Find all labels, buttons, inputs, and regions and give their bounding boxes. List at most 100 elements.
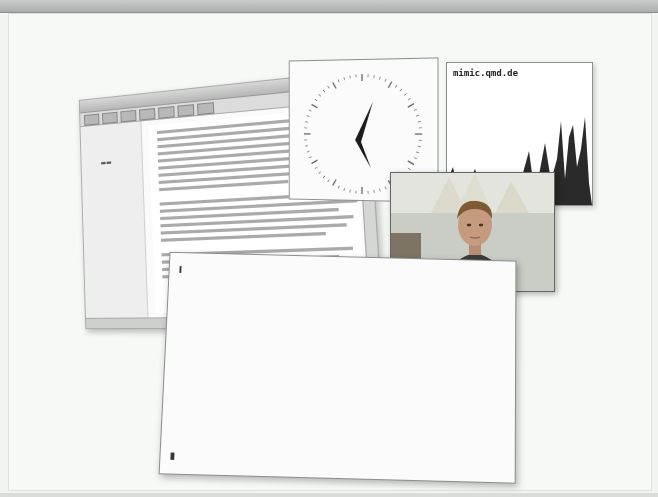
terminal-col-group (275, 294, 317, 295)
terminal-col-size (314, 393, 344, 394)
terminal-col-user (235, 315, 275, 316)
terminal-col-perm (174, 379, 232, 381)
clock-tick (344, 77, 345, 80)
clock-tick (414, 158, 417, 159)
terminal-col-date (350, 307, 394, 308)
clock-tick (379, 189, 380, 192)
terminal-col-perm (172, 423, 230, 425)
terminal-col-group (271, 436, 313, 437)
terminal-col-group (272, 403, 314, 404)
terminal-col-perm (174, 390, 232, 392)
toolbar-button[interactable] (158, 106, 175, 119)
terminal-col-perm (172, 434, 230, 436)
terminal-col-user (232, 391, 272, 392)
clock-tick (408, 168, 410, 170)
terminal-col-date (348, 405, 392, 406)
clock-tick (307, 116, 310, 117)
terminal-col-date (350, 339, 394, 340)
clock-tick (408, 98, 410, 100)
toolbar-button[interactable] (83, 113, 100, 126)
window-bottom-border (0, 493, 658, 497)
terminal-col-user (234, 347, 274, 348)
clock-tick (350, 190, 351, 193)
terminal-col-size (315, 360, 345, 361)
terminal-col-date (350, 318, 394, 319)
toolbar-button[interactable] (139, 107, 156, 121)
terminal-col-group (275, 305, 317, 306)
terminal-col-group (274, 327, 316, 328)
clock-tick (323, 176, 325, 178)
terminal-col-size (317, 306, 347, 307)
terminal-col-size (315, 349, 345, 350)
terminal-col-perm (175, 368, 233, 370)
toolbar-button[interactable] (102, 111, 118, 125)
terminal-col-date (350, 329, 394, 330)
terminal-col-perm (177, 313, 235, 314)
terminal-col-size (315, 382, 345, 383)
clock-tick (374, 190, 375, 193)
terminal-col-user (231, 424, 271, 425)
clock-tick (404, 93, 406, 95)
clock-tick (333, 179, 336, 185)
clock-tick (418, 121, 421, 122)
terminal-col-perm (178, 303, 235, 304)
terminal-col-size (316, 328, 346, 329)
clock-tick (385, 186, 386, 189)
window-titlebar[interactable] (0, 0, 658, 13)
clock-tick (374, 75, 375, 78)
editor-sidebar: ▬▬ (80, 121, 149, 318)
clock-tick (328, 86, 330, 88)
clock-tick (400, 89, 402, 91)
terminal-col-user (233, 369, 273, 370)
terminal-col-group (271, 425, 313, 426)
terminal-col-perm (177, 324, 235, 325)
clock-tick (418, 146, 421, 147)
terminal-col-user (236, 293, 276, 294)
clock-hand (355, 101, 373, 169)
terminal-col-size (314, 404, 344, 405)
clock-tick (328, 180, 330, 182)
toolbar-button[interactable] (120, 109, 137, 123)
clock-tick (307, 151, 310, 152)
terminal-window[interactable]: ▌ █ (158, 251, 517, 484)
terminal-col-user (235, 304, 275, 305)
clock-tick (312, 104, 318, 107)
terminal-prompt-bottom: █ (170, 453, 175, 461)
terminal-col-group (270, 448, 312, 449)
clock-tick (315, 99, 317, 101)
terminal-col-perm (176, 346, 234, 348)
terminal-col-group (272, 392, 314, 393)
clock-tick (344, 188, 345, 191)
toolbar-button[interactable] (177, 104, 195, 117)
clock-tick (305, 122, 308, 123)
clock-tick (379, 77, 380, 80)
terminal-col-group (271, 414, 313, 415)
terminal-col-perm (171, 445, 230, 447)
terminal-col-date (348, 394, 392, 395)
sidebar-marker: ▬▬ (100, 159, 112, 167)
terminal-col-user (232, 402, 272, 403)
terminal-col-user (231, 413, 271, 414)
clock-tick (319, 172, 321, 174)
terminal-col-perm (179, 281, 236, 282)
clock-tick (338, 186, 339, 189)
terminal-col-group (276, 284, 318, 285)
terminal-col-size (313, 449, 343, 450)
terminal-col-date (349, 383, 393, 384)
terminal-col-date (348, 416, 392, 417)
terminal-col-user (232, 380, 272, 381)
terminal-col-group (272, 381, 314, 382)
terminal-col-date (347, 450, 391, 451)
terminal-col-date (351, 286, 395, 287)
clock-tick (315, 167, 317, 169)
terminal-col-user (236, 283, 276, 284)
terminal-col-perm (173, 401, 231, 403)
terminal-col-date (347, 427, 391, 428)
clock-tick (309, 157, 312, 158)
clock-tick (416, 152, 419, 153)
terminal-col-date (349, 361, 393, 362)
terminal-listing-row (171, 440, 391, 454)
toolbar-button[interactable] (196, 102, 215, 116)
terminal-col-size (317, 285, 347, 286)
clock-tick (408, 161, 414, 165)
